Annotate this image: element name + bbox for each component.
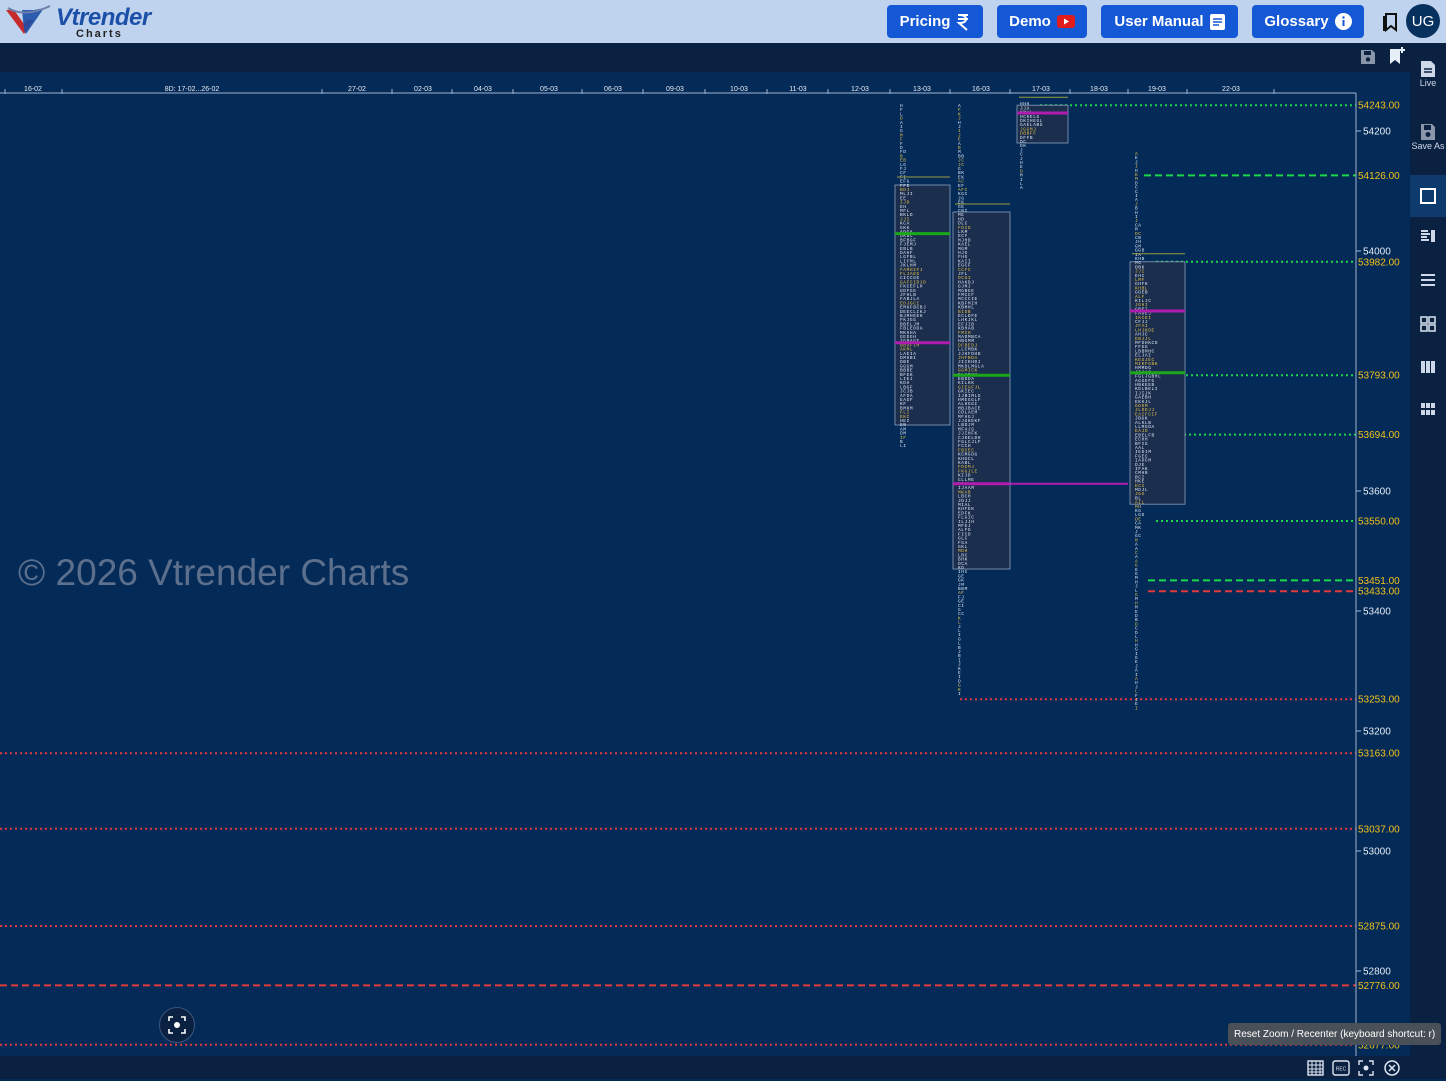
blocks-tool[interactable]: [1410, 402, 1446, 422]
bottom-toolbar: REC: [0, 1056, 1410, 1079]
price-tick-label: 53000: [1363, 847, 1391, 858]
date-label: 16-02: [24, 86, 42, 93]
tpo-row: I: [958, 691, 961, 697]
date-label: 19-03: [1148, 86, 1166, 93]
demo-label: Demo: [1009, 13, 1051, 30]
right-tool-panel: Live Save As: [1410, 43, 1446, 1079]
profile-view-tool[interactable]: [1410, 229, 1446, 249]
record-icon[interactable]: REC: [1332, 1060, 1350, 1081]
live-button[interactable]: Live: [1410, 60, 1446, 100]
rupee-icon: [956, 13, 970, 31]
manual-label: User Manual: [1114, 13, 1204, 30]
lines-tool[interactable]: [1410, 273, 1446, 293]
pricing-button[interactable]: Pricing: [887, 5, 983, 38]
price-axis: 54200 54000 53600 53400 53200 53000 52800: [1355, 93, 1391, 1056]
date-label: 12-03: [851, 86, 869, 93]
date-label: 11-03: [789, 86, 806, 93]
date-label: 13-03: [913, 86, 931, 93]
level-label: 53433.00: [1358, 587, 1400, 598]
brand-sub: Charts: [76, 28, 123, 40]
live-label: Live: [1419, 78, 1437, 88]
price-tick-label: 54200: [1363, 127, 1391, 138]
svg-text:REC: REC: [1336, 1067, 1347, 1073]
bookmarks-icon[interactable]: [1382, 12, 1400, 37]
level-label: 53694.00: [1358, 430, 1400, 441]
date-label: 09-03: [666, 86, 684, 93]
level-label: 52875.00: [1358, 922, 1400, 933]
level-label: 53793.00: [1358, 371, 1400, 382]
rectangle-icon: [1420, 188, 1436, 204]
date-label: 22-03: [1222, 86, 1240, 93]
columns-tool[interactable]: [1410, 360, 1446, 380]
grid-icon: [1420, 316, 1436, 332]
demo-button[interactable]: Demo: [997, 5, 1087, 38]
date-label: 06-03: [604, 86, 622, 93]
recenter-icon: [168, 1016, 186, 1034]
blocks-icon: [1421, 403, 1435, 415]
price-tick-label: 54000: [1363, 247, 1391, 258]
tpo-profiles: HFLDAIGMFFDFDBEBLGFJCFFIEFGFFDBDJMLJIEEI…: [894, 96, 1186, 711]
level-label: 54243.00: [1358, 101, 1400, 112]
bookmark-add-icon[interactable]: [1388, 46, 1406, 71]
save-as-button[interactable]: Save As: [1410, 123, 1446, 163]
document-icon: [1209, 13, 1225, 30]
youtube-icon: [1056, 15, 1075, 28]
level-label: 53451.00: [1358, 576, 1400, 587]
level-label: 53982.00: [1358, 257, 1400, 268]
columns-icon: [1421, 361, 1435, 373]
lines-icon: [1421, 274, 1435, 286]
tpo-row: I: [1135, 705, 1138, 711]
date-label: 04-03: [474, 86, 492, 93]
level-label: 54126.00: [1358, 171, 1400, 182]
glossary-label: Glossary: [1264, 13, 1329, 30]
level-label: 52776.00: [1358, 981, 1400, 992]
profile-icon: [1421, 230, 1435, 242]
level-label: 53163.00: [1358, 749, 1400, 760]
level-label: 53550.00: [1358, 517, 1400, 528]
date-label: 17-03: [1032, 86, 1050, 93]
date-label: 16-03: [972, 86, 990, 93]
grid-layout-tool[interactable]: [1410, 316, 1446, 336]
chart-toolstrip: [0, 43, 1410, 72]
price-tick-label: 53400: [1363, 607, 1391, 618]
draw-rectangle-tool[interactable]: [1410, 175, 1446, 217]
user-manual-button[interactable]: User Manual: [1101, 5, 1238, 38]
date-label: 05-03: [540, 86, 558, 93]
level-label: 53037.00: [1358, 824, 1400, 835]
date-label: 27-02: [348, 86, 366, 93]
price-tick-label: 52800: [1363, 967, 1391, 978]
tpo-row: LI: [900, 443, 907, 449]
date-label: 10-03: [730, 86, 748, 93]
date-label: 18-03: [1090, 86, 1108, 93]
table-view-icon[interactable]: [1307, 1060, 1324, 1081]
date-axis: 16-02 8D: 17-02...26-02 27-02 02-03 04-03 05-…: [0, 86, 1356, 94]
save-icon[interactable]: [1359, 48, 1377, 71]
save-as-label: Save As: [1411, 141, 1445, 151]
recenter-small-icon[interactable]: [1358, 1060, 1374, 1081]
vtrender-logo[interactable]: Vtrender Charts: [4, 2, 151, 42]
recenter-tooltip: Reset Zoom / Recenter (keyboard shortcut…: [1228, 1023, 1442, 1045]
price-tick-label: 53200: [1363, 727, 1391, 738]
copyright-watermark: © 2026 Vtrender Charts: [18, 552, 410, 593]
price-tick-label: 53600: [1363, 487, 1391, 498]
level-label: 53253.00: [1358, 695, 1400, 706]
top-navbar: Vtrender Charts Pricing Demo User Manual…: [0, 0, 1446, 43]
live-document-icon: [1421, 61, 1435, 77]
pricing-label: Pricing: [899, 13, 951, 30]
tpo-row: A: [1020, 185, 1023, 191]
user-avatar[interactable]: UG: [1406, 4, 1440, 38]
glossary-button[interactable]: Glossary: [1252, 5, 1364, 38]
date-label: 8D: 17-02...26-02: [165, 86, 220, 93]
recenter-button[interactable]: [159, 1007, 195, 1043]
date-label: 02-03: [414, 86, 432, 93]
info-icon: [1334, 13, 1352, 30]
close-circle-icon[interactable]: [1384, 1060, 1400, 1081]
save-as-icon: [1421, 124, 1435, 140]
